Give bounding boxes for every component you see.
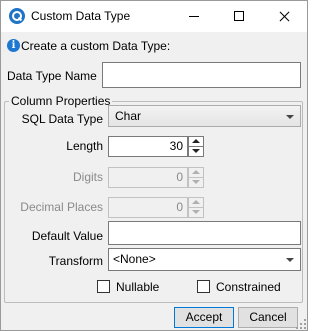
title-bar[interactable]: Custom Data Type [1,1,307,32]
transform-value: <None> [113,252,156,266]
chevron-down-icon [286,115,294,119]
info-message: Create a custom Data Type: [21,39,171,53]
database-search-icon [9,8,25,24]
nullable-label[interactable]: Nullable [116,280,159,294]
info-icon: i [7,39,20,52]
spin-up-icon [189,168,203,178]
column-properties-legend: Column Properties [11,94,111,108]
data-type-name-label: Data Type Name [7,69,97,83]
spin-up-icon[interactable] [189,137,203,147]
sql-data-type-select[interactable]: Char [108,105,301,127]
constrained-label[interactable]: Constrained [216,280,281,294]
window-title: Custom Data Type [31,9,131,23]
default-value-input[interactable] [108,221,301,245]
maximize-button[interactable] [216,1,262,32]
spin-down-icon [189,178,203,187]
digits-input: 0 [108,167,188,188]
minimize-button[interactable] [171,1,217,32]
spin-down-icon [189,208,203,217]
data-type-name-input[interactable] [102,62,301,88]
resize-grip-icon[interactable] [296,319,306,329]
digits-spinner [188,167,204,188]
chevron-down-icon [286,258,294,262]
default-value-label: Default Value [31,229,103,243]
cancel-button[interactable]: Cancel [238,307,298,328]
sql-data-type-label: SQL Data Type [21,112,103,126]
spin-down-icon[interactable] [189,147,203,156]
constrained-checkbox[interactable] [197,280,210,293]
dialog-window: Custom Data Type i Create a custom Data … [0,0,308,331]
decimal-places-label: Decimal Places [20,200,103,214]
decimal-places-input: 0 [108,197,188,218]
sql-data-type-value: Char [115,109,142,123]
accept-button[interactable]: Accept [174,307,234,328]
nullable-checkbox[interactable] [97,280,110,293]
length-spinner[interactable] [188,136,204,157]
transform-label: Transform [48,254,103,268]
length-input[interactable]: 30 [108,136,188,157]
decimal-places-spinner [188,197,204,218]
close-button[interactable] [261,1,307,32]
transform-select[interactable]: <None> [108,248,301,271]
length-label: Length [66,139,103,153]
spin-up-icon [189,198,203,208]
digits-label: Digits [72,170,103,184]
